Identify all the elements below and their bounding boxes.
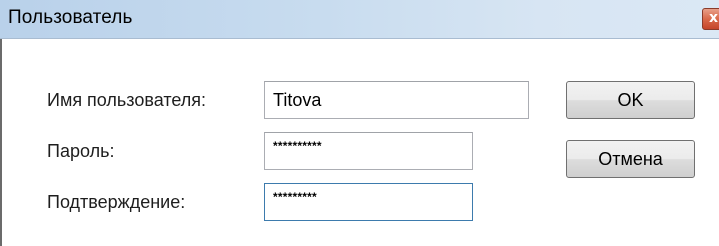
- password-input[interactable]: **********: [264, 132, 473, 170]
- dialog-body: Имя пользователя: Titova Пароль: *******…: [0, 39, 719, 246]
- password-label: Пароль:: [47, 141, 115, 161]
- ok-button[interactable]: OK: [566, 81, 695, 119]
- confirm-password-input[interactable]: *********: [264, 183, 473, 221]
- cancel-button[interactable]: Отмена: [566, 140, 695, 178]
- window-title: Пользователь: [8, 7, 133, 28]
- username-label: Имя пользователя:: [47, 90, 207, 110]
- close-button[interactable]: x: [702, 8, 719, 30]
- close-icon: x: [709, 10, 719, 26]
- title-bar[interactable]: Пользователь x: [0, 0, 719, 39]
- username-input[interactable]: Titova: [264, 81, 529, 119]
- confirm-label: Подтверждение:: [47, 192, 186, 212]
- user-dialog: Пользователь x Имя пользователя: Titova …: [0, 0, 719, 246]
